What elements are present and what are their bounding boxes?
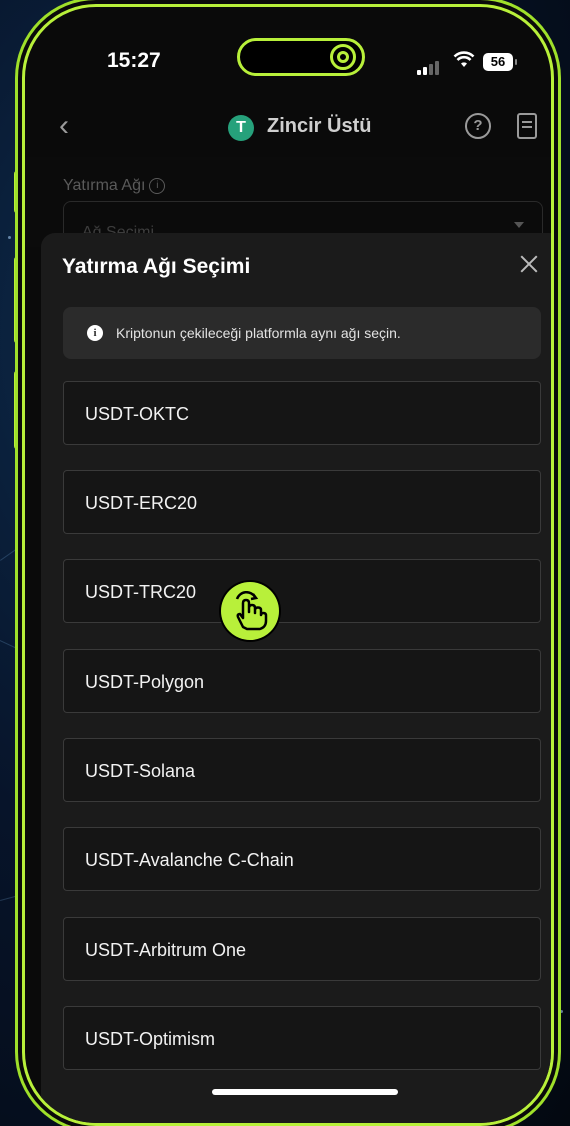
network-option-label: USDT-Solana	[85, 761, 196, 781]
battery-level: 56	[490, 54, 506, 69]
page-header: ‹ T Zincir Üstü ?	[25, 97, 551, 157]
background-dot	[560, 1010, 563, 1013]
network-option-solana[interactable]: USDT-Solana	[63, 738, 541, 802]
status-time: 15:27	[107, 49, 161, 72]
home-indicator	[212, 1089, 398, 1095]
network-option-label: USDT-ERC20	[85, 493, 198, 513]
network-option-label: USDT-Polygon	[85, 672, 205, 692]
network-option-oktc[interactable]: USDT-OKTC	[63, 381, 541, 445]
notice-banner: i Kriptonun çekileceği platformla aynı a…	[63, 307, 541, 359]
battery-icon: 56	[483, 53, 517, 71]
background-dot	[8, 236, 11, 239]
network-option-trc20[interactable]: USDT-TRC20	[63, 559, 541, 623]
status-bar: 15:27 56	[25, 7, 551, 87]
network-option-label: USDT-Arbitrum One	[85, 940, 247, 960]
dynamic-island	[237, 38, 365, 76]
network-label: Yatırma Ağı i	[63, 177, 166, 195]
clipboard-icon[interactable]	[517, 113, 537, 139]
network-option-label: USDT-Avalanche C-Chain	[85, 850, 294, 870]
network-option-label: USDT-TRC20	[85, 582, 197, 602]
network-option-polygon[interactable]: USDT-Polygon	[63, 649, 541, 713]
network-option-optimism[interactable]: USDT-Optimism	[63, 1006, 541, 1070]
info-icon: i	[87, 325, 103, 341]
network-option-avalanche[interactable]: USDT-Avalanche C-Chain	[63, 827, 541, 891]
network-option-label: USDT-OKTC	[85, 404, 190, 424]
network-selection-sheet: Yatırma Ağı Seçimi i Kriptonun çekileceğ…	[41, 233, 551, 1123]
page-title: Zincir Üstü	[267, 115, 372, 137]
wifi-icon	[453, 51, 475, 75]
network-option-erc20[interactable]: USDT-ERC20	[63, 470, 541, 534]
network-option-label: USDT-Optimism	[85, 1029, 215, 1049]
phone-frame: 15:27 56 ‹ T Zincir Üstü ? Yatırma Ağı i …	[22, 4, 554, 1126]
info-icon: i	[149, 177, 166, 194]
signal-icon	[417, 57, 441, 75]
tap-gesture-icon	[221, 582, 279, 640]
tether-icon: T	[228, 115, 254, 141]
back-chevron-icon[interactable]: ‹	[59, 111, 69, 141]
notice-text: Kriptonun çekileceği platformla aynı ağı…	[116, 325, 401, 341]
help-icon[interactable]: ?	[465, 113, 491, 139]
camera-icon	[330, 44, 356, 70]
network-option-arbitrum[interactable]: USDT-Arbitrum One	[63, 917, 541, 981]
sheet-title: Yatırma Ağı Seçimi	[62, 255, 251, 278]
caret-down-icon	[514, 222, 524, 228]
close-icon[interactable]	[515, 251, 543, 279]
